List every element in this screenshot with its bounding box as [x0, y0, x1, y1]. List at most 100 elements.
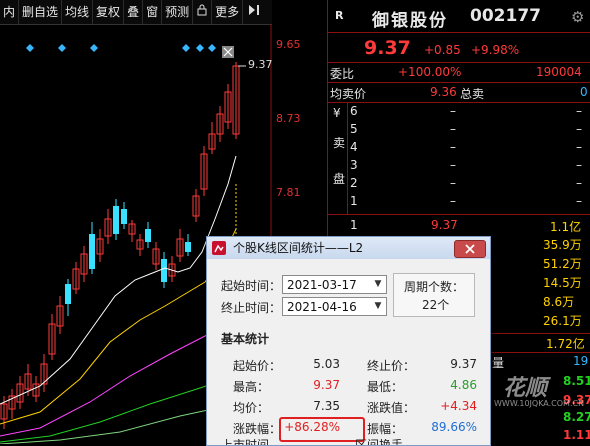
candle-body — [185, 242, 191, 252]
divider — [328, 82, 590, 83]
range-stats-dialog: 个股K线区间统计——L2 起始时间： 2021-03-17 ▼ 终止时间： 20… — [206, 236, 491, 446]
tb-more-button[interactable]: 更多 — [212, 0, 244, 24]
end-time-value: 2021-04-16 — [287, 300, 357, 314]
stat-label-left: 起始价： — [233, 359, 282, 373]
price-change: +0.85 — [424, 43, 461, 57]
ma-line-magenta — [0, 321, 237, 437]
pin-icon[interactable] — [243, 0, 265, 24]
stat-label-right: 振幅： — [367, 422, 404, 436]
signal-markers — [26, 44, 216, 52]
sell-level-volume: – — [576, 176, 582, 190]
sell-level-price: – — [450, 104, 456, 118]
sell-level-price: – — [450, 122, 456, 136]
sell-level-volume: – — [576, 122, 582, 136]
stat-value-left: 7.35 — [313, 399, 340, 413]
stat-label-left: 均价： — [233, 401, 270, 415]
buy-level-volume: 8.6万 — [543, 295, 575, 309]
candle-body — [65, 284, 71, 304]
sell-level-volume: – — [576, 158, 582, 172]
sell-level-label: 6 — [350, 104, 358, 118]
sell-level-label: 2 — [350, 176, 358, 190]
buy-level-1-label: 1 — [350, 218, 358, 232]
stat-label-right: 最低： — [367, 380, 404, 394]
tb-overlay-button[interactable]: 叠 — [124, 0, 144, 24]
end-time-label: 终止时间： — [221, 301, 282, 315]
price-axis-label-top: 9.65 — [276, 38, 301, 51]
webi-value: +100.00% — [398, 65, 462, 79]
divider — [328, 62, 590, 63]
ma-line-white — [0, 155, 237, 405]
price-axis-label-mid: 8.73 — [276, 112, 301, 125]
signal-diamond — [208, 44, 216, 52]
signal-diamond — [182, 44, 190, 52]
stat-label-right: 涨跌值： — [367, 401, 416, 415]
sell-side-label-1: ¥ — [333, 106, 341, 120]
dialog-title: 个股K线区间统计——L2 — [233, 241, 364, 255]
tb-ma-button[interactable]: 均线 — [62, 0, 94, 24]
signal-diamond — [58, 44, 66, 52]
sell-level-volume: – — [576, 104, 582, 118]
start-time-label: 起始时间： — [221, 279, 282, 293]
divider — [328, 32, 590, 33]
price-axis-label-low: 7.81 — [276, 186, 301, 199]
highlight-box — [279, 417, 365, 442]
app-logo-icon — [212, 241, 226, 255]
signal-diamond — [90, 44, 98, 52]
stat-label-left: 涨跌幅： — [233, 422, 282, 436]
period-label: 周期个数： — [404, 280, 465, 294]
tb-remove-watchlist-button[interactable]: 删自选 — [19, 0, 63, 24]
chevron-down-icon: ▼ — [374, 301, 382, 311]
price-change-pct: +9.98% — [471, 43, 520, 57]
current-price-tag: 9.37 — [248, 58, 273, 71]
avg-sell-value: 9.36 — [430, 85, 457, 99]
signal-diamond — [26, 44, 34, 52]
buy-level-volume: 26.1万 — [543, 314, 582, 328]
dialog-titlebar[interactable]: 个股K线区间统计——L2 — [207, 237, 490, 259]
candle-body — [121, 209, 127, 224]
stat-value-left: 5.03 — [313, 357, 340, 371]
candle-body — [89, 234, 95, 269]
period-box: 周期个数： 22个 — [393, 273, 475, 317]
chevron-down-icon: ▼ — [374, 279, 382, 289]
sell-level-label: 4 — [350, 140, 358, 154]
sell-level-volume: – — [576, 140, 582, 154]
candle-body — [113, 206, 119, 234]
tb-adjust-button[interactable]: 复权 — [93, 0, 125, 24]
gear-icon[interactable]: ⚙ — [571, 8, 584, 26]
sell-level-volume: – — [576, 194, 582, 208]
sell-level-label: 5 — [350, 122, 358, 136]
start-time-select[interactable]: 2021-03-17 ▼ — [282, 275, 387, 294]
ma-line-yellow — [0, 228, 237, 425]
tb-forecast-button[interactable]: 预测 — [162, 0, 194, 24]
stat-label-right: 终止价： — [367, 359, 416, 373]
stock-code: 002177 — [470, 6, 541, 26]
avg-sell-label: 均卖价 — [330, 87, 367, 101]
lock-icon[interactable] — [193, 0, 213, 24]
buy-level-volume: 14.5万 — [543, 276, 582, 290]
close-icon[interactable] — [222, 46, 234, 58]
tb-window-button[interactable]: 窗 — [143, 0, 163, 24]
webi-diff: 190004 — [536, 65, 582, 79]
bottom-value-3: 8.51 — [563, 374, 590, 388]
tb-inner-button[interactable]: 内 — [0, 0, 20, 24]
last-price: 9.37 — [364, 37, 411, 59]
stat-value-right: 9.37 — [450, 357, 477, 371]
candle-body — [161, 259, 167, 282]
end-time-select[interactable]: 2021-04-16 ▼ — [282, 297, 387, 316]
stat-label-left: 最高： — [233, 380, 270, 394]
signal-diamond — [196, 44, 204, 52]
buy-level-volume: 35.9万 — [543, 238, 582, 252]
webi-label: 委比 — [330, 67, 355, 81]
candlesticks — [0, 62, 240, 429]
dialog-close-button[interactable] — [454, 240, 486, 258]
stat-value-right: +4.34 — [440, 399, 477, 413]
sell-level-label: 1 — [350, 194, 358, 208]
buy-level-1-volume: 1.1亿 — [550, 220, 582, 234]
start-time-value: 2021-03-17 — [287, 278, 357, 292]
market-badge: R — [335, 9, 344, 22]
candle-body — [145, 229, 151, 242]
stat-value-right: 4.86 — [450, 378, 477, 392]
sell-level-price: – — [450, 140, 456, 154]
bottom-value-6: 1.11 — [563, 428, 590, 442]
stock-name: 御银股份 — [372, 11, 448, 31]
